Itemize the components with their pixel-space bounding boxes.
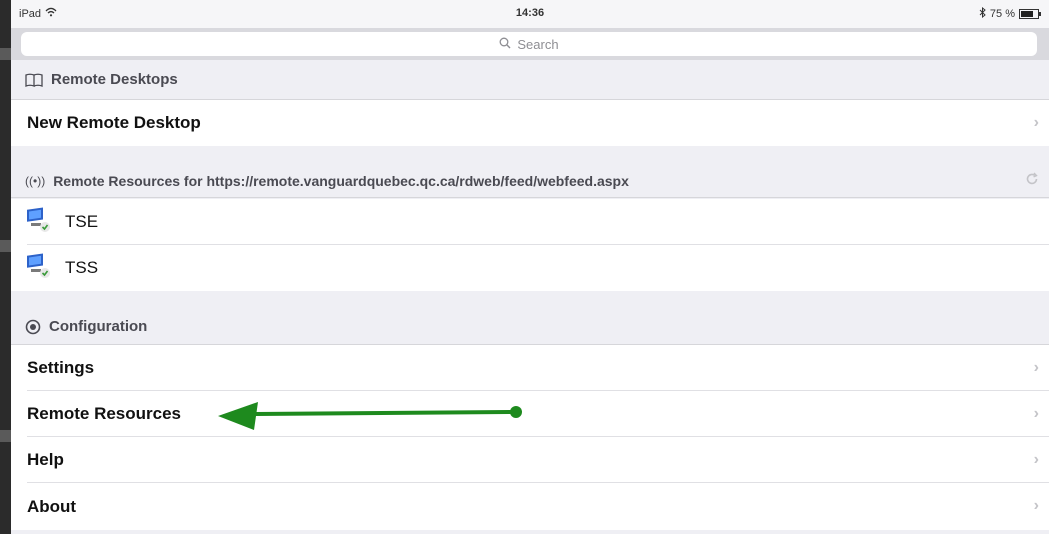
edge-fragment [0,430,11,442]
status-time: 14:36 [515,7,545,19]
list-item-resource-tse[interactable]: TSE [11,199,1049,245]
search-placeholder: Search [517,36,559,52]
left-edge-frame [0,0,11,534]
remote-app-icon [25,252,51,284]
row-label: Help [27,450,64,469]
resource-label: TSE [65,212,99,231]
bluetooth-icon [979,6,986,21]
search-bar: Search [11,28,1049,60]
battery-icon [1019,9,1041,19]
battery-percentage: 75 % [989,8,1015,20]
gear-icon [25,319,41,335]
battery-fill [1021,11,1033,17]
edge-fragment [0,48,11,60]
row-new-remote-desktop[interactable]: New Remote Desktop › [11,100,1049,146]
app-screen: iPad 14:36 75 % Search Remote Desktops N… [11,0,1049,534]
row-settings[interactable]: Settings › [11,345,1049,391]
status-right: 75 % [979,6,1041,21]
row-help[interactable]: Help › [11,437,1049,483]
row-label: Remote Resources [27,404,182,423]
search-input[interactable]: Search [21,32,1037,56]
book-icon [25,73,43,87]
row-about[interactable]: About › [11,483,1049,530]
chevron-right-icon: › [1033,405,1039,422]
section-title: Remote Resources for https://remote.vang… [53,172,629,189]
list-item-resource-tss[interactable]: TSS [11,245,1049,291]
edge-fragment [0,240,11,252]
chevron-right-icon: › [1033,114,1039,131]
chevron-right-icon: › [1033,497,1039,514]
section-header-configuration: Configuration [11,291,1049,345]
status-bar: iPad 14:36 75 % [11,0,1049,28]
row-label: Settings [27,358,95,377]
broadcast-icon: ((•)) [25,173,46,188]
resource-label: TSS [65,258,99,277]
section-title: Configuration [49,318,148,335]
chevron-right-icon: › [1033,451,1039,468]
row-label: New Remote Desktop [27,113,201,132]
remote-app-icon [25,206,51,238]
section-header-remote-resources-feed: ((•)) Remote Resources for https://remot… [11,146,1049,198]
section-title: Remote Desktops [51,71,178,88]
search-icon [499,37,511,52]
annotation-arrow [218,402,522,430]
chevron-right-icon: › [1033,359,1039,376]
section-header-remote-desktops: Remote Desktops [11,60,1049,100]
row-label: About [27,496,77,516]
refresh-icon[interactable] [1025,170,1039,191]
